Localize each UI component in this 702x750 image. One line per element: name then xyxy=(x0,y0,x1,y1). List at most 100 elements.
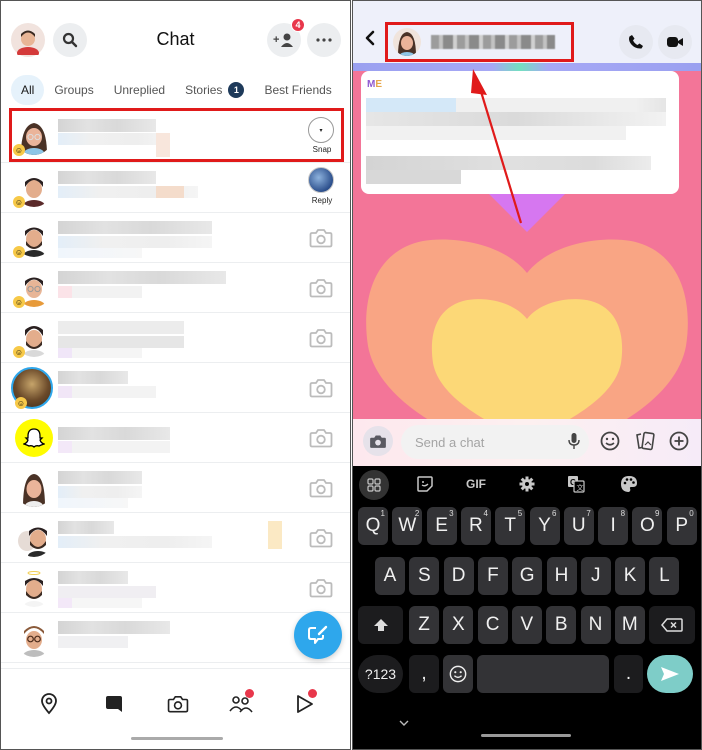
chat-row[interactable] xyxy=(1,563,350,613)
nav-camera[interactable] xyxy=(165,691,191,717)
key-y[interactable]: Y6 xyxy=(529,507,560,545)
chat-list: ☺ ▾ Snap ☺ Reply ☺ ☺ ☺ ☺ xyxy=(1,109,350,663)
key-e[interactable]: E3 xyxy=(426,507,457,545)
key-j[interactable]: J xyxy=(580,557,611,595)
contact-name-blurred xyxy=(58,371,128,384)
chat-list-screen: Chat + 4 All Groups Unreplied Stories 1 B… xyxy=(0,0,351,750)
translate-button[interactable]: G文 xyxy=(565,470,587,498)
add-friend-badge: 4 xyxy=(291,18,305,32)
key-w[interactable]: W2 xyxy=(392,507,423,545)
key-v[interactable]: V xyxy=(511,606,542,644)
chat-row[interactable] xyxy=(1,463,350,513)
back-button[interactable] xyxy=(365,29,375,52)
key-m[interactable]: M xyxy=(614,606,645,644)
contact-name-blurred xyxy=(58,321,184,334)
key-hint: 9 xyxy=(654,509,660,518)
space-bar[interactable] xyxy=(477,655,609,693)
chat-header: Chat + 4 xyxy=(1,1,350,67)
tab-stories[interactable]: Stories 1 xyxy=(175,75,254,105)
message-text-blurred xyxy=(366,98,666,112)
key-z[interactable]: Z xyxy=(409,606,439,644)
comma-key[interactable]: , xyxy=(409,655,439,693)
group-avatar-icon xyxy=(18,527,48,557)
tab-all[interactable]: All xyxy=(11,75,45,105)
theme-button[interactable] xyxy=(618,470,640,498)
gif-button[interactable]: GIF xyxy=(461,470,491,498)
chat-row[interactable]: ☺ xyxy=(1,263,350,313)
new-chat-button[interactable] xyxy=(294,611,342,659)
microphone-button[interactable] xyxy=(563,430,585,452)
comparison-screenshot: Chat + 4 All Groups Unreplied Stories 1 B… xyxy=(0,0,702,750)
chat-row[interactable]: ☺ xyxy=(1,313,350,363)
reply-button[interactable] xyxy=(308,167,334,193)
key-r[interactable]: R4 xyxy=(460,507,491,545)
nav-map[interactable] xyxy=(36,691,62,717)
key-t[interactable]: T5 xyxy=(495,507,526,545)
key-h[interactable]: H xyxy=(546,557,577,595)
key-a[interactable]: A xyxy=(375,557,405,595)
key-b[interactable]: B xyxy=(546,606,577,644)
hide-keyboard-button[interactable] xyxy=(399,718,409,729)
snap-button[interactable]: ▾ xyxy=(308,117,334,143)
key-n[interactable]: N xyxy=(580,606,611,644)
home-indicator xyxy=(131,737,223,740)
camera-reply-button[interactable] xyxy=(308,425,334,451)
key-x[interactable]: X xyxy=(443,606,474,644)
chat-row[interactable] xyxy=(1,413,350,463)
chat-row[interactable] xyxy=(1,513,350,563)
keyboard-apps-button[interactable] xyxy=(359,470,389,500)
keyboard-settings-button[interactable] xyxy=(516,470,538,498)
memories-button[interactable] xyxy=(634,430,656,452)
camera-reply-button[interactable] xyxy=(308,225,334,251)
camera-reply-button[interactable] xyxy=(308,575,334,601)
key-u[interactable]: U7 xyxy=(563,507,594,545)
key-s[interactable]: S xyxy=(409,557,440,595)
friend-emoji-icon: ☺ xyxy=(13,196,25,208)
chat-row[interactable]: ☺ ▾ Snap xyxy=(1,109,350,163)
chat-status-blurred xyxy=(58,386,156,398)
video-call-button[interactable] xyxy=(658,25,692,59)
key-k[interactable]: K xyxy=(615,557,646,595)
chat-row[interactable]: ☺ Reply xyxy=(1,163,350,213)
voice-call-button[interactable] xyxy=(619,25,653,59)
contact-avatar[interactable] xyxy=(393,28,421,56)
camera-reply-button[interactable] xyxy=(308,275,334,301)
camera-reply-button[interactable] xyxy=(308,325,334,351)
key-f[interactable]: F xyxy=(477,557,508,595)
more-options-button[interactable] xyxy=(307,23,341,57)
tab-unreplied[interactable]: Unreplied xyxy=(104,75,175,105)
shift-key[interactable] xyxy=(358,606,403,644)
camera-reply-button[interactable] xyxy=(308,375,334,401)
key-l[interactable]: L xyxy=(649,557,680,595)
add-button[interactable] xyxy=(668,430,690,452)
key-c[interactable]: C xyxy=(477,606,508,644)
send-key[interactable] xyxy=(647,655,693,693)
key-o[interactable]: O9 xyxy=(632,507,663,545)
emoji-button[interactable] xyxy=(599,430,621,452)
key-hint: 3 xyxy=(449,509,454,518)
contact-name-blurred xyxy=(58,427,170,440)
camera-reply-button[interactable] xyxy=(308,525,334,551)
contact-name-blurred[interactable] xyxy=(431,35,555,49)
key-q[interactable]: Q1 xyxy=(358,507,388,545)
key-d[interactable]: D xyxy=(443,557,474,595)
send-chat-input[interactable] xyxy=(401,425,589,459)
camera-reply-button[interactable] xyxy=(308,475,334,501)
chat-row[interactable]: ☺ xyxy=(1,363,350,413)
conversation-screen: ME Send a chat GIF G 文 Q 1 W 2 E 3 R 4 T… xyxy=(352,0,702,750)
key-i[interactable]: I8 xyxy=(598,507,629,545)
backspace-key[interactable] xyxy=(649,606,695,644)
sticker-button[interactable] xyxy=(413,470,437,498)
key-label: Y xyxy=(538,515,551,536)
tab-groups[interactable]: Groups xyxy=(44,75,103,105)
camera-button[interactable] xyxy=(363,426,393,456)
emoji-key[interactable] xyxy=(443,655,473,693)
key-p[interactable]: P0 xyxy=(666,507,697,545)
chat-row[interactable]: ☺ xyxy=(1,213,350,263)
period-key[interactable]: . xyxy=(614,655,643,693)
tab-best-friends[interactable]: Best Friends xyxy=(254,75,341,105)
symbols-key[interactable]: ?123 xyxy=(358,655,403,693)
camera-icon xyxy=(309,479,333,498)
key-g[interactable]: G xyxy=(512,557,543,595)
nav-chat[interactable] xyxy=(101,691,127,717)
